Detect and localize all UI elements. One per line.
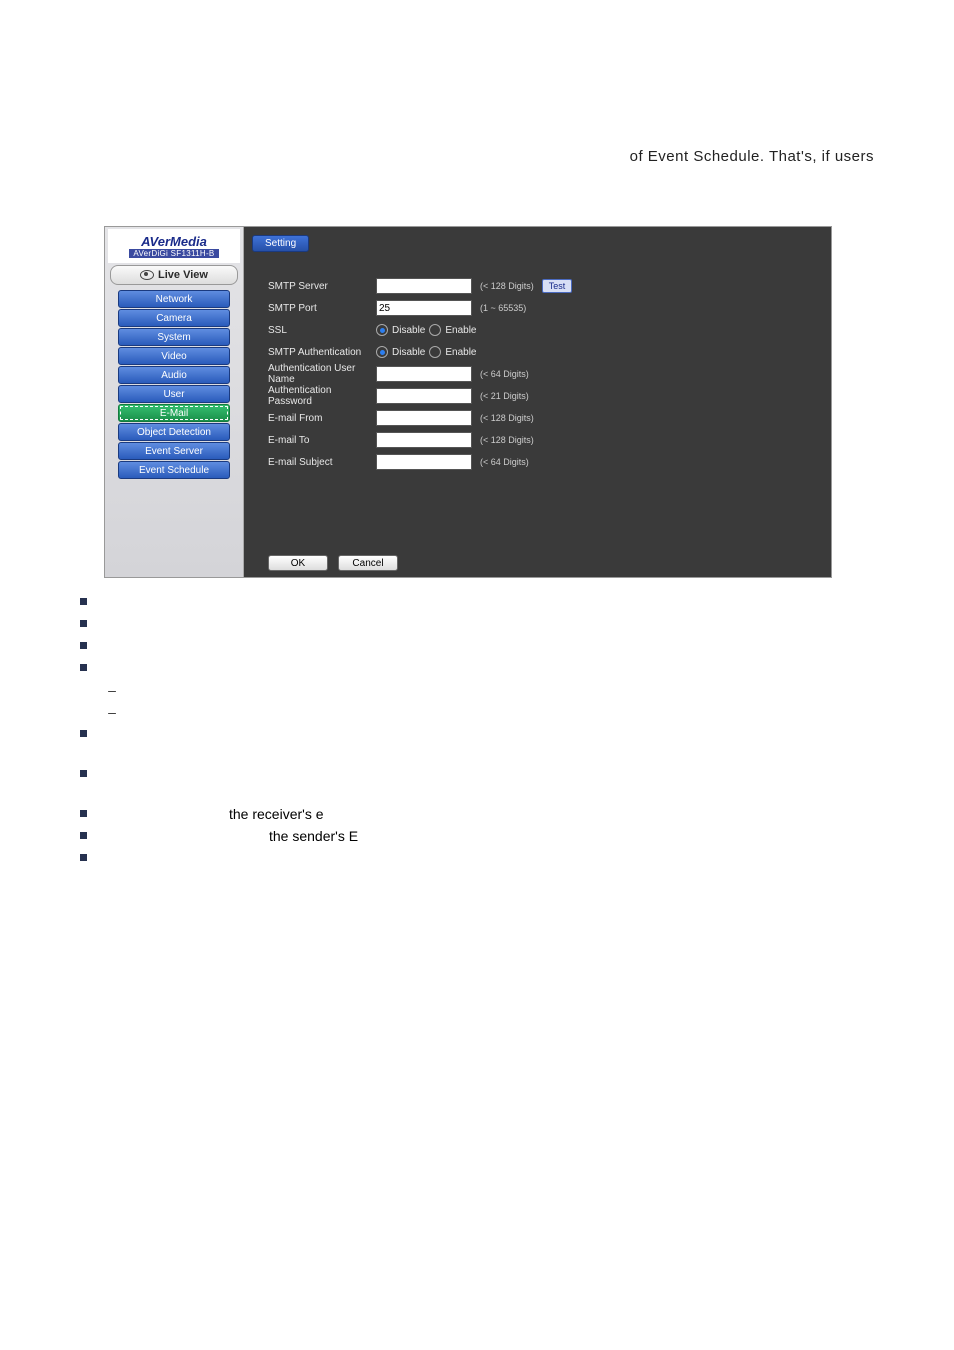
sidebar-item-audio[interactable]: Audio: [118, 366, 230, 384]
ssl-disable-radio[interactable]: [376, 324, 388, 336]
auth-user-input[interactable]: [376, 366, 472, 382]
bullet-icon: [80, 730, 87, 737]
email-to-input[interactable]: [376, 432, 472, 448]
email-subject-input[interactable]: [376, 454, 472, 470]
auth-user-label: Authentication User Name: [268, 363, 368, 385]
bullet-icon: [80, 620, 87, 627]
sidebar-item-user[interactable]: User: [118, 385, 230, 403]
cancel-button[interactable]: Cancel: [338, 555, 398, 571]
sidebar-item-event-schedule[interactable]: Event Schedule: [118, 461, 230, 479]
smtp-auth-enable-radio[interactable]: [429, 346, 441, 358]
test-button[interactable]: Test: [542, 279, 573, 293]
live-view-button[interactable]: Live View: [110, 265, 238, 285]
email-subject-label: E-mail Subject: [268, 457, 368, 468]
smtp-auth-enable-label: Enable: [445, 347, 476, 358]
bullet-list: – – the receiver's e the sender's E: [80, 594, 358, 872]
header-fragment: of Event Schedule. That's, if users: [630, 148, 874, 165]
email-from-input[interactable]: [376, 410, 472, 426]
smtp-auth-disable-label: Disable: [392, 347, 425, 358]
smtp-auth-disable-radio[interactable]: [376, 346, 388, 358]
smtp-server-hint: (< 128 Digits): [480, 281, 534, 291]
app-window: AVerMedia AVerDiGi SF1311H-B Live View N…: [104, 226, 832, 578]
ssl-enable-label: Enable: [445, 325, 476, 336]
sidebar-item-e-mail[interactable]: E-Mail: [118, 404, 230, 422]
smtp-server-input[interactable]: [376, 278, 472, 294]
auth-pass-label: Authentication Password: [268, 385, 368, 407]
auth-pass-input[interactable]: [376, 388, 472, 404]
logo: AVerMedia AVerDiGi SF1311H-B: [108, 229, 240, 263]
auth-user-hint: (< 64 Digits): [480, 369, 529, 379]
smtp-auth-label: SMTP Authentication: [268, 347, 368, 358]
eye-icon: [140, 270, 154, 280]
bullet-icon: [80, 642, 87, 649]
bullet-text: the receiver's e: [229, 806, 324, 822]
sidebar-item-event-server[interactable]: Event Server: [118, 442, 230, 460]
sidebar-item-object-detection[interactable]: Object Detection: [118, 423, 230, 441]
bullet-icon: [80, 832, 87, 839]
smtp-port-input[interactable]: [376, 300, 472, 316]
bullet-icon: [80, 664, 87, 671]
email-to-label: E-mail To: [268, 435, 368, 446]
bullet-icon: [80, 770, 87, 777]
ok-button[interactable]: OK: [268, 555, 328, 571]
smtp-port-label: SMTP Port: [268, 303, 368, 314]
bullet-icon: [80, 810, 87, 817]
sidebar-item-camera[interactable]: Camera: [118, 309, 230, 327]
bullet-icon: [80, 598, 87, 605]
logo-main: AVerMedia: [141, 234, 207, 249]
sidebar: AVerMedia AVerDiGi SF1311H-B Live View N…: [105, 227, 244, 577]
bullet-icon: [80, 854, 87, 861]
auth-pass-hint: (< 21 Digits): [480, 391, 529, 401]
settings-form: SMTP Server (< 128 Digits) Test SMTP Por…: [268, 277, 807, 471]
ssl-label: SSL: [268, 325, 368, 336]
sidebar-item-system[interactable]: System: [118, 328, 230, 346]
bullet-text: the sender's E: [269, 828, 358, 844]
sidebar-item-video[interactable]: Video: [118, 347, 230, 365]
main-panel: Setting SMTP Server (< 128 Digits) Test …: [244, 227, 831, 577]
ssl-enable-radio[interactable]: [429, 324, 441, 336]
logo-sub: AVerDiGi SF1311H-B: [129, 249, 218, 258]
email-to-hint: (< 128 Digits): [480, 435, 534, 445]
sidebar-item-network[interactable]: Network: [118, 290, 230, 308]
email-subject-hint: (< 64 Digits): [480, 457, 529, 467]
email-from-hint: (< 128 Digits): [480, 413, 534, 423]
live-view-label: Live View: [158, 269, 208, 281]
dash-icon: –: [106, 704, 118, 720]
smtp-server-label: SMTP Server: [268, 281, 368, 292]
dash-icon: –: [106, 682, 118, 698]
smtp-port-hint: (1 ~ 65535): [480, 303, 526, 313]
tab-setting[interactable]: Setting: [252, 235, 309, 252]
email-from-label: E-mail From: [268, 413, 368, 424]
ssl-disable-label: Disable: [392, 325, 425, 336]
